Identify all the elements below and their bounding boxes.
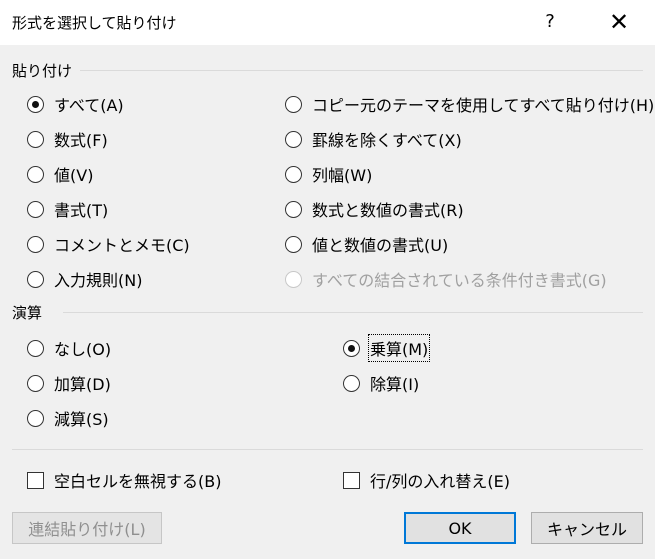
operation-group-label: 演算: [12, 304, 43, 322]
radio-label: 書式(T): [54, 201, 109, 220]
paste-comments-radio[interactable]: コメントとメモ(C): [27, 232, 190, 256]
radio-label: コメントとメモ(C): [54, 236, 190, 255]
radio-label: 乗算(M): [367, 334, 431, 362]
radio-label: 数式(F): [54, 131, 108, 150]
close-button[interactable]: ✕: [605, 8, 633, 36]
radio-label: 除算(I): [370, 375, 420, 394]
paste-link-button: 連結貼り付け(L): [12, 512, 162, 544]
radio-indicator[interactable]: [285, 235, 302, 253]
radio-indicator[interactable]: [285, 200, 302, 218]
operation-none-radio[interactable]: なし(O): [27, 336, 111, 360]
paste-formulas-number-formats-radio[interactable]: 数式と数値の書式(R): [285, 197, 464, 221]
radio-label: 値(V): [54, 166, 94, 185]
skip-blanks-checkbox[interactable]: 空白セルを無視する(B): [27, 468, 221, 492]
paste-validation-radio[interactable]: 入力規則(N): [27, 267, 142, 291]
radio-indicator[interactable]: [343, 339, 360, 357]
radio-indicator[interactable]: [27, 130, 44, 148]
operation-divide-radio[interactable]: 除算(I): [343, 371, 419, 395]
paste-formulas-radio[interactable]: 数式(F): [27, 127, 108, 151]
radio-label: 入力規則(N): [54, 271, 143, 290]
paste-group-label: 貼り付け: [12, 62, 73, 80]
ok-button[interactable]: OK: [404, 512, 516, 544]
radio-indicator[interactable]: [27, 165, 44, 183]
radio-label: すべての結合されている条件付き書式(G): [312, 271, 607, 290]
radio-indicator[interactable]: [27, 374, 44, 392]
paste-formats-radio[interactable]: 書式(T): [27, 197, 108, 221]
cancel-button[interactable]: キャンセル: [531, 512, 643, 544]
radio-label: 加算(D): [54, 375, 111, 394]
radio-label: 減算(S): [54, 410, 109, 429]
paste-all-radio[interactable]: すべて(A): [27, 92, 124, 116]
radio-label: すべて(A): [54, 96, 124, 115]
paste-column-widths-radio[interactable]: 列幅(W): [285, 162, 372, 186]
operation-add-radio[interactable]: 加算(D): [27, 371, 111, 395]
radio-label: 値と数値の書式(U): [312, 236, 449, 255]
radio-indicator[interactable]: [285, 130, 302, 148]
paste-theme-radio[interactable]: コピー元のテーマを使用してすべて貼り付け(H): [285, 92, 654, 116]
radio-indicator[interactable]: [27, 339, 44, 357]
operation-subtract-radio[interactable]: 減算(S): [27, 406, 109, 430]
radio-indicator: [285, 270, 302, 288]
radio-indicator[interactable]: [285, 165, 302, 183]
radio-indicator[interactable]: [285, 95, 302, 113]
options-divider: [12, 449, 643, 450]
radio-indicator[interactable]: [27, 270, 44, 288]
radio-indicator[interactable]: [27, 95, 44, 113]
operation-group-divider: [63, 312, 643, 313]
radio-label: 罫線を除くすべて(X): [312, 131, 462, 150]
radio-label: なし(O): [54, 340, 112, 359]
checkbox-box[interactable]: [343, 471, 360, 489]
paste-group-divider: [80, 70, 643, 71]
radio-indicator[interactable]: [343, 374, 360, 392]
title-bar: 形式を選択して貼り付け ? ✕: [0, 0, 655, 45]
paste-values-radio[interactable]: 値(V): [27, 162, 93, 186]
radio-indicator[interactable]: [27, 409, 44, 427]
radio-label: コピー元のテーマを使用してすべて貼り付け(H): [312, 96, 655, 115]
checkbox-label: 行/列の入れ替え(E): [370, 472, 510, 491]
paste-merged-conditional-formats-radio: すべての結合されている条件付き書式(G): [285, 267, 607, 291]
paste-values-number-formats-radio[interactable]: 値と数値の書式(U): [285, 232, 448, 256]
checkbox-label: 空白セルを無視する(B): [54, 472, 222, 491]
paste-no-borders-radio[interactable]: 罫線を除くすべて(X): [285, 127, 462, 151]
checkbox-box[interactable]: [27, 471, 44, 489]
help-button[interactable]: ?: [536, 8, 564, 36]
transpose-checkbox[interactable]: 行/列の入れ替え(E): [343, 468, 510, 492]
radio-indicator[interactable]: [27, 235, 44, 253]
radio-label: 数式と数値の書式(R): [312, 201, 464, 220]
dialog-title: 形式を選択して貼り付け: [12, 14, 177, 32]
radio-label: 列幅(W): [312, 166, 373, 185]
operation-multiply-radio[interactable]: 乗算(M): [343, 334, 431, 362]
radio-indicator[interactable]: [27, 200, 44, 218]
